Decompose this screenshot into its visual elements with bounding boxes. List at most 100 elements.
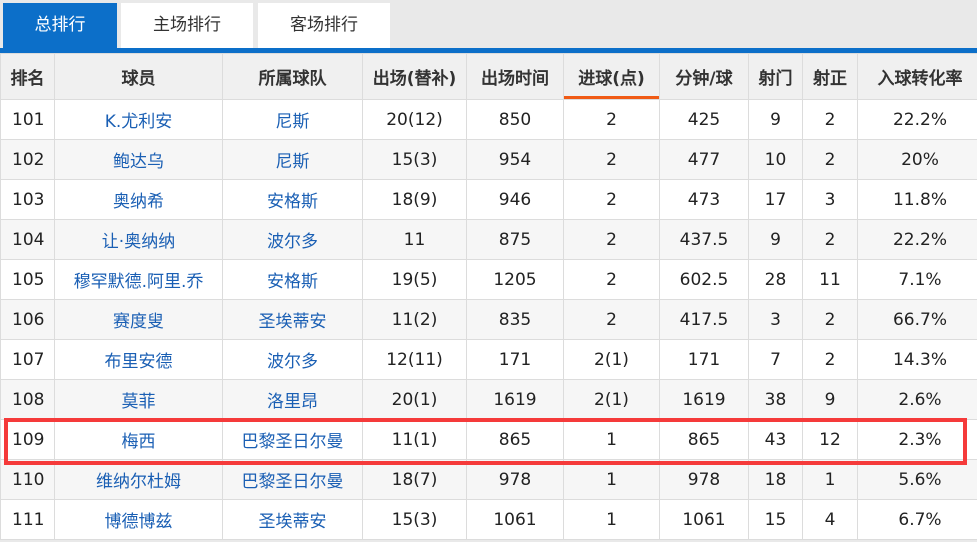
cell-goals: 1 <box>563 499 660 540</box>
cell-shots-on-target: 2 <box>802 99 858 140</box>
cell-rank: 102 <box>0 139 55 180</box>
cell-rank: 105 <box>0 259 55 300</box>
header-goals[interactable]: 进球(点) <box>563 53 660 100</box>
cell-shots: 10 <box>748 139 803 180</box>
cell-minutes-per-goal: 477 <box>659 139 749 180</box>
tab-home-ranking[interactable]: 主场排行 <box>121 3 253 48</box>
cell-minutes-per-goal: 1061 <box>659 499 749 540</box>
cell-shots: 9 <box>748 99 803 140</box>
cell-conversion-rate: 20% <box>857 139 977 180</box>
cell-appearances: 11(2) <box>362 299 467 340</box>
cell-conversion-rate: 2.3% <box>857 419 977 460</box>
cell-appearances: 19(5) <box>362 259 467 300</box>
table-row: 104 让·奥纳纳 波尔多 11 875 2 437.5 9 2 22.2% <box>0 219 977 260</box>
cell-minutes: 1061 <box>466 499 564 540</box>
cell-team[interactable]: 波尔多 <box>222 219 363 260</box>
header-minutes-per-goal[interactable]: 分钟/球 <box>659 53 749 100</box>
table-row: 106 赛度叟 圣埃蒂安 11(2) 835 2 417.5 3 2 66.7% <box>0 299 977 340</box>
cell-shots: 15 <box>748 499 803 540</box>
tab-overall-ranking[interactable]: 总排行 <box>3 3 117 48</box>
cell-goals: 2(1) <box>563 379 660 420</box>
header-appearances[interactable]: 出场(替补) <box>362 53 467 100</box>
cell-conversion-rate: 6.7% <box>857 499 977 540</box>
cell-team[interactable]: 波尔多 <box>222 339 363 380</box>
table-row: 107 布里安德 波尔多 12(11) 171 2(1) 171 7 2 14.3% <box>0 339 977 380</box>
cell-team[interactable]: 安格斯 <box>222 259 363 300</box>
cell-rank: 103 <box>0 179 55 220</box>
cell-team[interactable]: 圣埃蒂安 <box>222 299 363 340</box>
header-team[interactable]: 所属球队 <box>222 53 363 100</box>
table-header-row: 排名 球员 所属球队 出场(替补) 出场时间 进球(点) 分钟/球 射门 射正 … <box>0 53 977 100</box>
cell-player[interactable]: 莫菲 <box>54 379 223 420</box>
cell-minutes: 1205 <box>466 259 564 300</box>
cell-goals: 2 <box>563 299 660 340</box>
cell-rank: 110 <box>0 459 55 500</box>
cell-minutes-per-goal: 1619 <box>659 379 749 420</box>
cell-rank: 106 <box>0 299 55 340</box>
cell-rank: 108 <box>0 379 55 420</box>
cell-minutes-per-goal: 865 <box>659 419 749 460</box>
cell-player[interactable]: 博德博兹 <box>54 499 223 540</box>
cell-player[interactable]: 赛度叟 <box>54 299 223 340</box>
cell-shots: 43 <box>748 419 803 460</box>
cell-shots-on-target: 2 <box>802 299 858 340</box>
cell-player[interactable]: 让·奥纳纳 <box>54 219 223 260</box>
cell-appearances: 20(12) <box>362 99 467 140</box>
table-row: 102 鲍达乌 尼斯 15(3) 954 2 477 10 2 20% <box>0 139 977 180</box>
cell-minutes: 850 <box>466 99 564 140</box>
cell-goals: 1 <box>563 459 660 500</box>
scorer-ranking-table: 排名 球员 所属球队 出场(替补) 出场时间 进球(点) 分钟/球 射门 射正 … <box>0 53 977 540</box>
header-shots[interactable]: 射门 <box>748 53 803 100</box>
tab-away-ranking[interactable]: 客场排行 <box>258 3 390 48</box>
cell-goals: 2 <box>563 139 660 180</box>
cell-shots-on-target: 2 <box>802 139 858 180</box>
cell-goals: 2 <box>563 99 660 140</box>
cell-minutes: 1619 <box>466 379 564 420</box>
header-conversion-rate[interactable]: 入球转化率 <box>857 53 977 100</box>
cell-conversion-rate: 11.8% <box>857 179 977 220</box>
cell-conversion-rate: 14.3% <box>857 339 977 380</box>
cell-shots-on-target: 1 <box>802 459 858 500</box>
cell-player[interactable]: 鲍达乌 <box>54 139 223 180</box>
cell-shots-on-target: 2 <box>802 219 858 260</box>
cell-player[interactable]: 布里安德 <box>54 339 223 380</box>
table-row: 109 梅西 巴黎圣日尔曼 11(1) 865 1 865 43 12 2.3% <box>0 419 977 460</box>
cell-team[interactable]: 尼斯 <box>222 99 363 140</box>
cell-shots-on-target: 12 <box>802 419 858 460</box>
cell-team[interactable]: 尼斯 <box>222 139 363 180</box>
cell-appearances: 11(1) <box>362 419 467 460</box>
cell-conversion-rate: 22.2% <box>857 219 977 260</box>
cell-minutes: 835 <box>466 299 564 340</box>
header-player[interactable]: 球员 <box>54 53 223 100</box>
cell-goals: 1 <box>563 419 660 460</box>
cell-team[interactable]: 圣埃蒂安 <box>222 499 363 540</box>
cell-minutes-per-goal: 602.5 <box>659 259 749 300</box>
cell-appearances: 15(3) <box>362 139 467 180</box>
cell-player[interactable]: 穆罕默德.阿里.乔 <box>54 259 223 300</box>
cell-minutes: 171 <box>466 339 564 380</box>
cell-team[interactable]: 巴黎圣日尔曼 <box>222 459 363 500</box>
cell-appearances: 18(7) <box>362 459 467 500</box>
cell-player[interactable]: 维纳尔杜姆 <box>54 459 223 500</box>
cell-appearances: 20(1) <box>362 379 467 420</box>
cell-team[interactable]: 安格斯 <box>222 179 363 220</box>
cell-minutes-per-goal: 417.5 <box>659 299 749 340</box>
table-row: 101 K.尤利安 尼斯 20(12) 850 2 425 9 2 22.2% <box>0 99 977 140</box>
cell-rank: 109 <box>0 419 55 460</box>
cell-rank: 107 <box>0 339 55 380</box>
header-rank[interactable]: 排名 <box>0 53 55 100</box>
table-body: 101 K.尤利安 尼斯 20(12) 850 2 425 9 2 22.2% 102 鲍达乌 尼斯 15… <box>0 99 977 540</box>
cell-shots: 28 <box>748 259 803 300</box>
cell-player[interactable]: 奥纳希 <box>54 179 223 220</box>
cell-shots-on-target: 2 <box>802 339 858 380</box>
cell-conversion-rate: 5.6% <box>857 459 977 500</box>
header-minutes[interactable]: 出场时间 <box>466 53 564 100</box>
cell-team[interactable]: 洛里昂 <box>222 379 363 420</box>
cell-player[interactable]: 梅西 <box>54 419 223 460</box>
cell-shots: 17 <box>748 179 803 220</box>
cell-minutes-per-goal: 437.5 <box>659 219 749 260</box>
cell-team[interactable]: 巴黎圣日尔曼 <box>222 419 363 460</box>
cell-player[interactable]: K.尤利安 <box>54 99 223 140</box>
header-shots-on-target[interactable]: 射正 <box>802 53 858 100</box>
cell-appearances: 12(11) <box>362 339 467 380</box>
